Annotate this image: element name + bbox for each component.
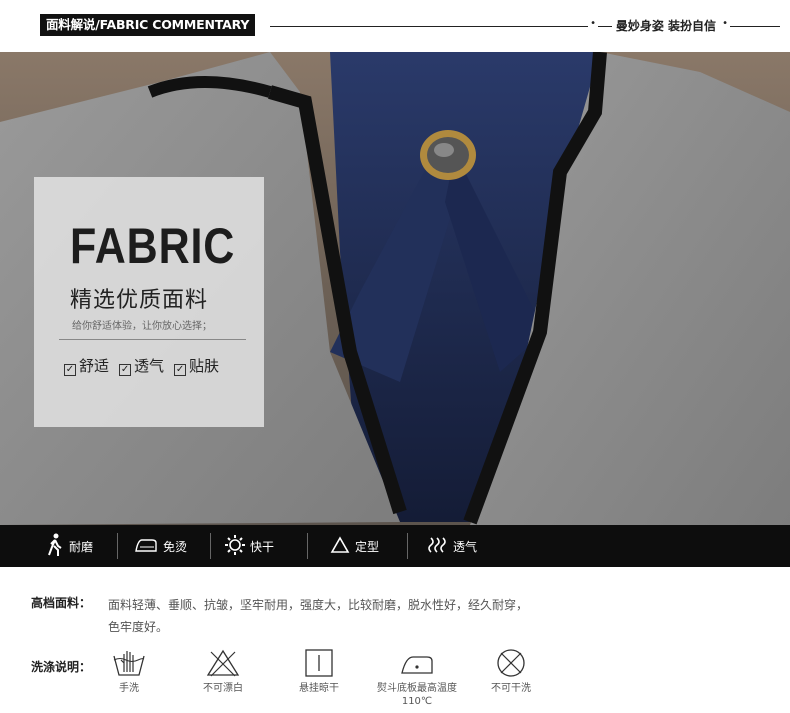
- bullet-icon: •: [588, 18, 598, 29]
- care-item: 手洗: [84, 648, 174, 695]
- feature-divider: [210, 533, 211, 559]
- feature-divider: [407, 533, 408, 559]
- hang-dry-icon: [305, 649, 333, 677]
- feature-item: 快干: [225, 525, 274, 567]
- iron-temp-icon: [401, 656, 433, 674]
- card-heading: FABRIC: [70, 218, 236, 274]
- care-item: 不可干洗: [466, 648, 556, 695]
- care-item: 悬挂晾干: [274, 648, 364, 695]
- no-bleach-icon: [206, 649, 240, 677]
- card-check-list: ✓ 舒适 ✓ 透气 ✓ 贴肤: [64, 355, 219, 376]
- section-title: 面料解说/FABRIC COMMENTARY: [40, 14, 256, 36]
- feature-item: 定型: [330, 525, 379, 567]
- feature-item: 透气: [428, 525, 477, 567]
- check-item: ✓ 舒适: [64, 357, 110, 376]
- checkbox-icon: ✓: [174, 364, 187, 376]
- no-dry-clean-icon: [497, 649, 525, 677]
- checkbox-icon: ✓: [64, 364, 76, 376]
- bullet-icon: •: [720, 18, 730, 29]
- walking-person-icon: [46, 533, 64, 560]
- fabric-photo: FABRIC 精选优质面料 给你舒适体验，让你放心选择； ✓ 舒适 ✓ 透气 ✓ 贴肤: [0, 52, 790, 525]
- checkbox-icon: ✓: [119, 364, 132, 376]
- care-item: 熨斗底板最高温度110℃: [372, 648, 462, 708]
- fabric-info-card: FABRIC 精选优质面料 给你舒适体验，让你放心选择； ✓ 舒适 ✓ 透气 ✓ 贴肤: [34, 177, 264, 427]
- triangle-icon: [330, 535, 350, 557]
- wave-icon: [428, 536, 448, 557]
- care-label: 洗涤说明：: [31, 660, 92, 674]
- section-header: 面料解说/FABRIC COMMENTARY • 曼妙身姿 装扮自信 •: [0, 0, 790, 52]
- feature-item: 免烫: [134, 525, 187, 567]
- description-label: 高档面料：: [31, 596, 92, 610]
- feature-divider: [307, 533, 308, 559]
- check-item: ✓ 透气: [119, 357, 165, 376]
- feature-divider: [117, 533, 118, 559]
- hand-wash-icon: [113, 651, 145, 676]
- card-tagline: 给你舒适体验，让你放心选择；: [72, 321, 212, 332]
- card-divider: [59, 339, 246, 340]
- card-subheading: 精选优质面料: [70, 288, 209, 313]
- care-item: 不可漂白: [178, 648, 268, 695]
- feature-bar: 耐磨 免烫 快干 定型 透气: [0, 525, 790, 567]
- description-text: 面料轻薄、垂顺、抗皱，坚牢耐用，强度大，比较耐磨，脱水性好，经久耐穿，色牢度好。: [108, 598, 529, 634]
- iron-icon: [134, 537, 158, 556]
- check-item: ✓ 贴肤: [174, 357, 220, 376]
- slogan: 曼妙身姿 装扮自信: [611, 17, 720, 34]
- sun-icon: [225, 534, 245, 558]
- feature-item: 耐磨: [46, 525, 93, 567]
